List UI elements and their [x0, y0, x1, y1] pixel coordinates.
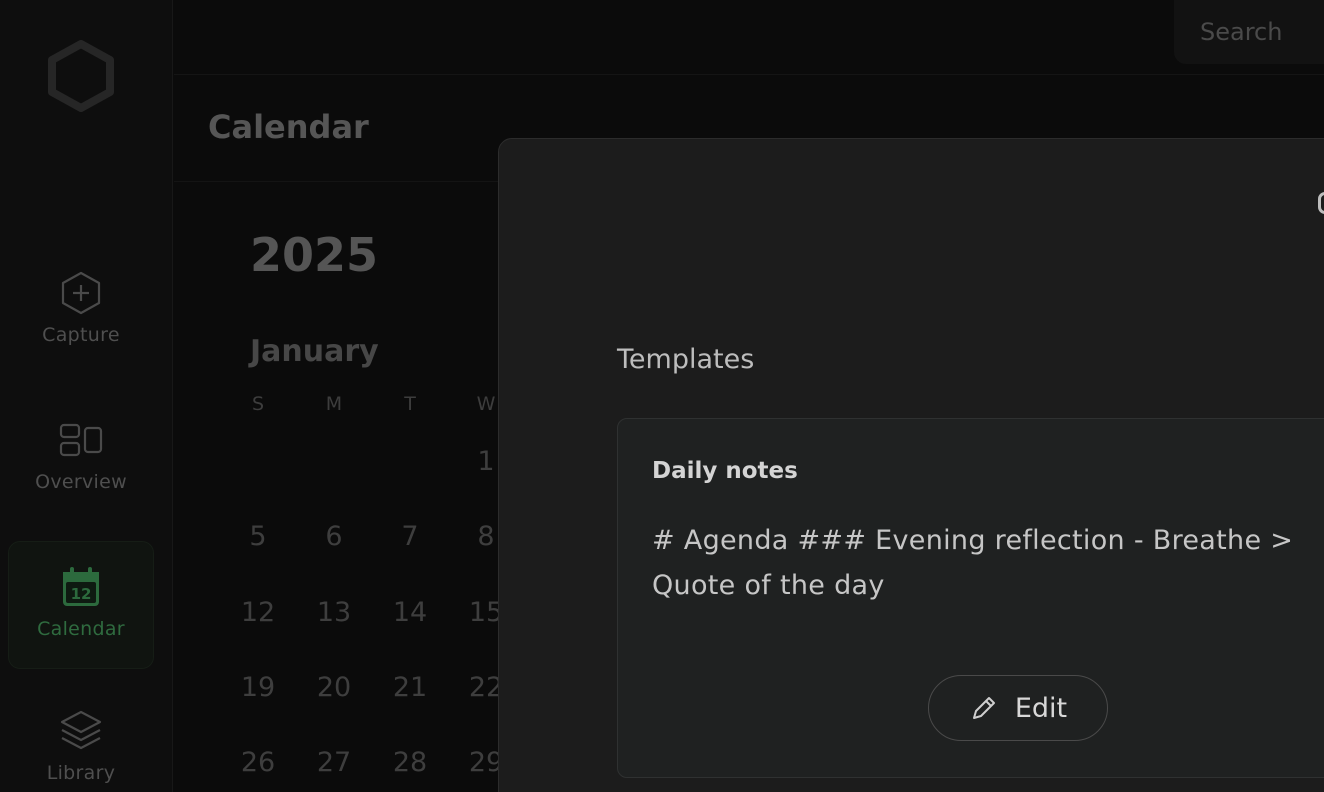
- calendar-day[interactable]: 6: [309, 521, 359, 552]
- calendar-day[interactable]: 5: [233, 521, 283, 552]
- template-title: Daily notes: [652, 458, 798, 484]
- app-window: Capture Overview 12 Calendar Library Sea…: [0, 0, 1324, 792]
- template-preview: # Agenda ### Evening reflection - Breath…: [652, 525, 1294, 601]
- calendar-day[interactable]: 21: [385, 672, 435, 703]
- weekday-label: M: [325, 393, 343, 415]
- top-bar: Search: [174, 0, 1324, 75]
- calendar-day[interactable]: 28: [385, 747, 435, 778]
- edit-button[interactable]: Edit: [928, 675, 1108, 741]
- sidebar-item-library[interactable]: Library: [8, 686, 154, 792]
- calendar-day[interactable]: 26: [233, 747, 283, 778]
- calendar-day[interactable]: 12: [233, 597, 283, 628]
- sidebar-item-label: Library: [46, 762, 116, 784]
- page-title: Calendar: [208, 108, 369, 146]
- month-label: January: [250, 334, 379, 369]
- logo-hexagon-icon[interactable]: [48, 40, 114, 112]
- weekday-label: T: [404, 393, 416, 415]
- calendar-day[interactable]: 19: [233, 672, 283, 703]
- calendar-day[interactable]: 20: [309, 672, 359, 703]
- layers-icon: [58, 708, 104, 754]
- close-icon[interactable]: [1318, 192, 1324, 214]
- sidebar-item-label: Calendar: [37, 618, 125, 640]
- section-title: Templates: [617, 344, 755, 375]
- grid-layout-icon: [58, 417, 104, 463]
- year-label: 2025: [250, 228, 379, 282]
- calendar-icon: 12: [58, 564, 104, 610]
- calendar-day[interactable]: 13: [309, 597, 359, 628]
- sidebar-item-label: Overview: [35, 471, 127, 493]
- weekday-label: S: [251, 393, 265, 415]
- calendar-day[interactable]: 14: [385, 597, 435, 628]
- calendar-day[interactable]: 7: [385, 521, 435, 552]
- sidebar-item-calendar[interactable]: 12 Calendar: [8, 541, 154, 669]
- sidebar-item-capture[interactable]: Capture: [8, 248, 154, 376]
- sidebar: Capture Overview 12 Calendar Library: [0, 0, 173, 792]
- pencil-icon: [972, 697, 995, 719]
- svg-text:12: 12: [71, 585, 92, 603]
- edit-label: Edit: [1014, 692, 1068, 724]
- calendar-day[interactable]: 27: [309, 747, 359, 778]
- sidebar-item-overview[interactable]: Overview: [8, 395, 154, 523]
- search-button[interactable]: Search: [1174, 0, 1324, 64]
- plus-hexagon-icon: [58, 270, 104, 316]
- sidebar-item-label: Capture: [42, 324, 120, 346]
